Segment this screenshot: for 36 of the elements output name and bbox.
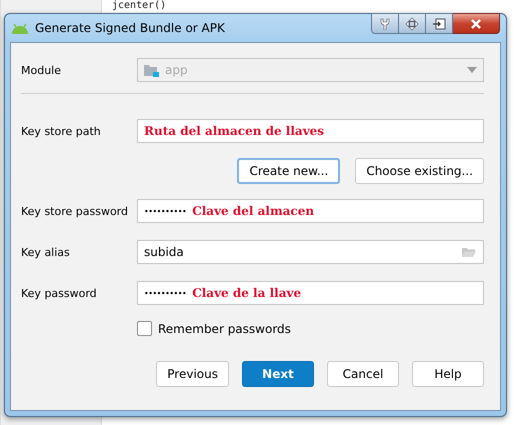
dropdown-caret-icon — [467, 67, 477, 73]
dialog-button[interactable]: Choose existing... — [355, 158, 484, 184]
move-icon — [405, 16, 419, 30]
close-icon — [470, 18, 482, 28]
annotation-text: Ruta del almacen de llaves — [144, 124, 324, 138]
password-field[interactable]: •••••••••• Clave de la llave — [137, 281, 484, 305]
window-title: Generate Signed Bundle or APK — [35, 21, 225, 35]
field-label: Module — [21, 64, 62, 76]
input-field[interactable]: subida — [137, 240, 484, 264]
dialog-button[interactable]: Next — [242, 361, 314, 387]
annotation-text: Clave de la llave — [192, 286, 302, 300]
exit-icon — [432, 18, 446, 30]
annotation-text: Clave del almacen — [192, 204, 314, 218]
tool-button[interactable] — [371, 13, 399, 34]
wrench-icon — [379, 18, 391, 30]
field-label: Key alias — [21, 246, 71, 258]
dialog-button[interactable]: Previous — [156, 361, 229, 387]
field-value: subida — [144, 245, 184, 259]
dialog-button[interactable]: Help — [412, 361, 484, 387]
checkbox[interactable] — [137, 321, 152, 336]
password-dots: •••••••••• — [144, 288, 186, 298]
field-label: Key store path — [21, 124, 102, 138]
dialog-button[interactable]: Create new... — [237, 158, 340, 184]
close-button[interactable] — [453, 13, 500, 34]
tool-button[interactable] — [399, 13, 426, 34]
password-field[interactable]: •••••••••• Clave del almacen — [137, 199, 484, 223]
input-field[interactable]: Ruta del almacen de llaves — [137, 119, 484, 143]
checkbox-label[interactable]: Remember passwords — [158, 322, 291, 336]
field-label: Key password — [21, 286, 98, 300]
module-folder-icon — [144, 64, 159, 76]
code-line: jcenter() — [112, 0, 166, 12]
tool-button[interactable] — [426, 13, 453, 34]
dialog-button[interactable]: Cancel — [327, 361, 399, 387]
android-icon — [11, 22, 29, 34]
password-dots: •••••••••• — [144, 206, 186, 216]
field-label: Key store password — [21, 204, 129, 218]
